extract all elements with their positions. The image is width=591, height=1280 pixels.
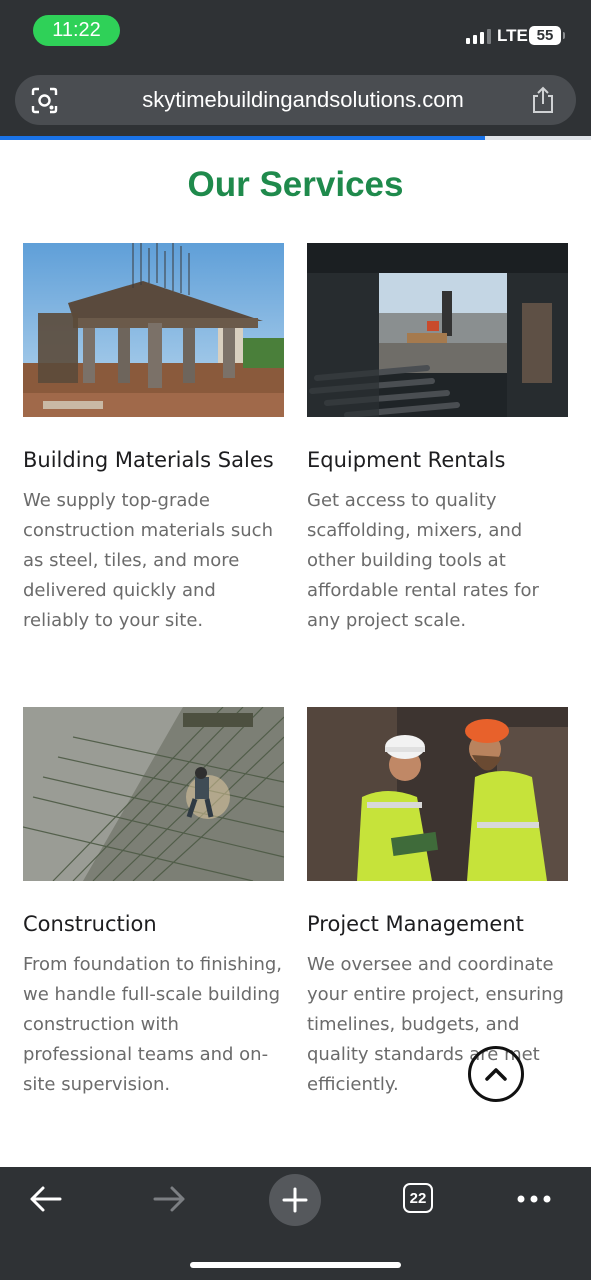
share-icon[interactable] <box>530 86 556 114</box>
arrow-right-icon <box>153 1186 185 1212</box>
more-horizontal-icon <box>517 1195 551 1203</box>
building-site-photo <box>23 243 284 417</box>
service-card-construction: Construction From foundation to finishin… <box>23 707 285 1100</box>
rebar-foundation-photo <box>23 707 284 881</box>
service-description: From foundation to finishing, we handle … <box>23 954 283 1095</box>
service-card-project-management: Project Management We oversee and coordi… <box>307 707 569 1100</box>
plus-icon <box>282 1187 308 1213</box>
service-description: We supply top-grade construction materia… <box>23 490 273 631</box>
page-load-progress-fill <box>0 136 485 140</box>
service-card-equipment-rentals: Equipment Rentals Get access to quality … <box>307 243 569 636</box>
page-load-progress <box>0 136 591 140</box>
more-menu-button[interactable] <box>516 1189 552 1209</box>
address-bar[interactable]: skytimebuildingandsolutions.com <box>15 75 576 125</box>
status-time: 11:22 <box>33 15 120 46</box>
service-title: Building Materials Sales <box>23 448 274 472</box>
scroll-to-top-button[interactable] <box>468 1046 524 1102</box>
battery-icon: 55 <box>529 26 565 45</box>
lens-search-icon[interactable] <box>31 87 58 114</box>
section-title: Our Services <box>187 165 404 204</box>
tab-switcher-button[interactable]: 22 <box>403 1183 433 1213</box>
back-button[interactable] <box>27 1183 63 1215</box>
arrow-left-icon <box>30 1186 62 1212</box>
service-title: Equipment Rentals <box>307 448 506 472</box>
cellular-signal-icon <box>466 29 491 44</box>
service-title: Construction <box>23 912 157 936</box>
engineers-reviewing-plans-photo <box>307 707 568 881</box>
home-indicator <box>190 1262 401 1268</box>
forward-button[interactable] <box>152 1183 188 1215</box>
service-description: Get access to quality scaffolding, mixer… <box>307 490 539 631</box>
service-description: We oversee and coordinate your entire pr… <box>307 954 564 1095</box>
service-card-building-materials: Building Materials Sales We supply top-g… <box>23 243 285 636</box>
new-tab-button[interactable] <box>269 1174 321 1226</box>
network-type: LTE <box>497 26 528 45</box>
browser-top-bar: 11:22 LTE 55 skytimebuildingandsolutions… <box>0 0 591 140</box>
warehouse-equipment-photo <box>307 243 568 417</box>
url-text[interactable]: skytimebuildingandsolutions.com <box>115 87 491 113</box>
chevron-up-icon <box>485 1068 507 1081</box>
service-title: Project Management <box>307 912 524 936</box>
